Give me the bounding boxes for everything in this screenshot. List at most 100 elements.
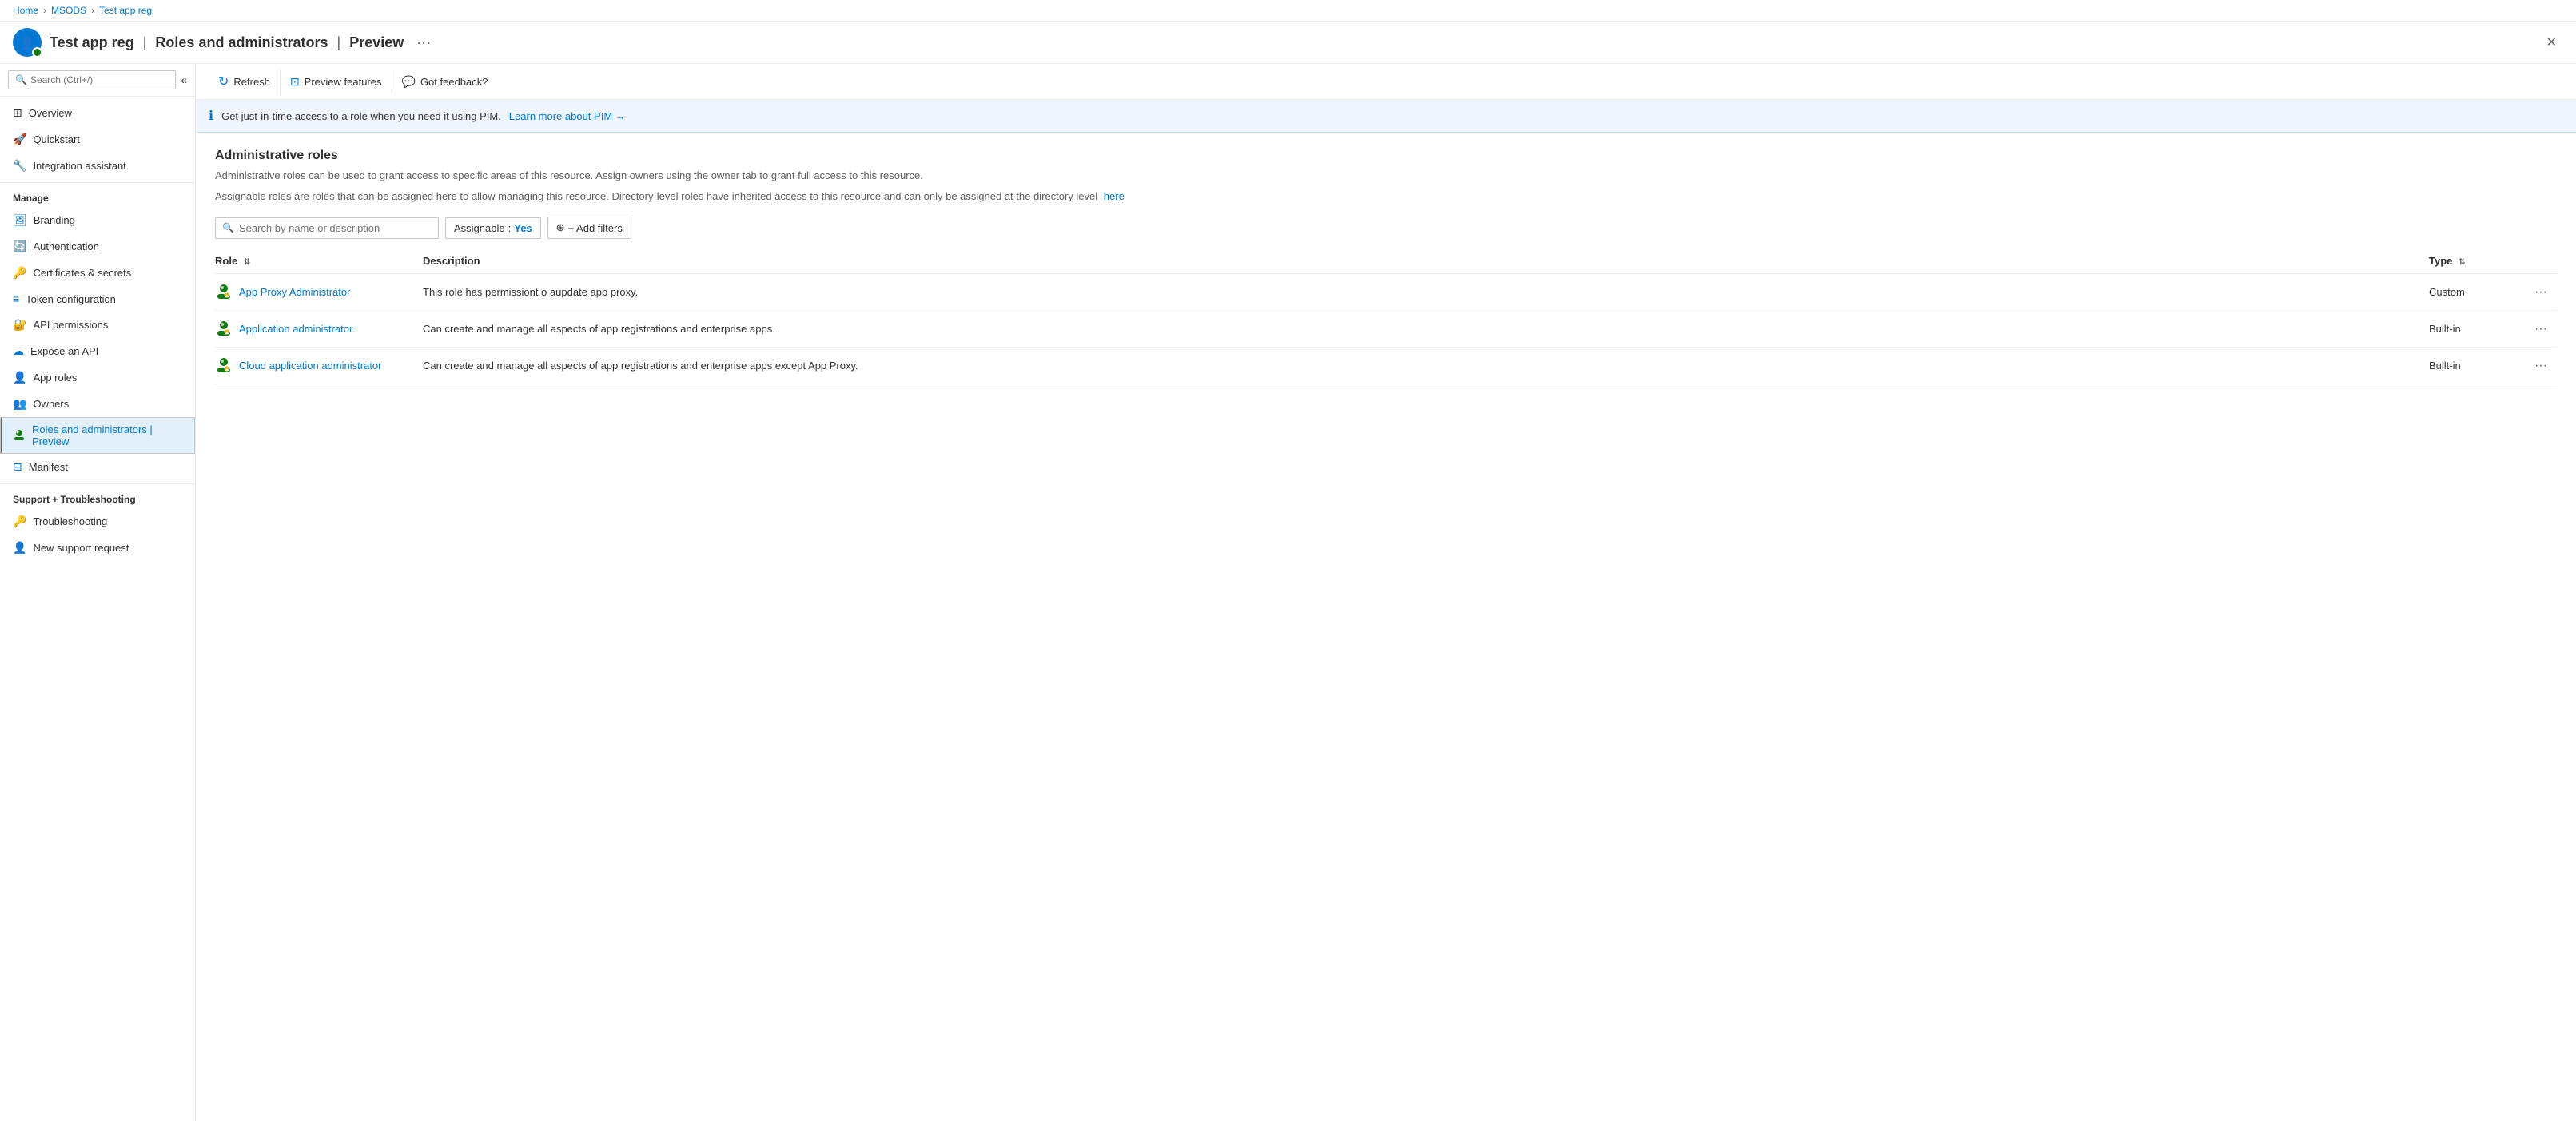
api-permissions-icon: 🔐 [13, 318, 26, 332]
sidebar-nav: ⊞ Overview 🚀 Quickstart 🔧 Integration as… [0, 97, 195, 564]
col-header-role[interactable]: Role ⇅ [215, 248, 423, 274]
role-name-1[interactable]: App Proxy Administrator [239, 286, 350, 298]
sidebar: 🔍 « ⊞ Overview 🚀 Quickstart 🔧 Integratio… [0, 64, 196, 1121]
breadcrumb-msods[interactable]: MSODS [51, 5, 86, 16]
role-type-3: Built-in [2429, 348, 2525, 384]
row1-more-button[interactable]: ··· [2530, 284, 2552, 301]
close-button[interactable]: ✕ [2540, 31, 2563, 54]
role-type-1: Custom [2429, 274, 2525, 311]
integration-icon: 🔧 [13, 159, 26, 173]
sidebar-item-expose-api[interactable]: ☁ Expose an API [0, 338, 195, 364]
manifest-icon: ⊟ [13, 460, 22, 474]
table-row: + Application administrator Can create a… [215, 311, 2557, 348]
col-header-description: Description [423, 248, 2429, 274]
svg-text:+: + [226, 331, 229, 336]
sidebar-item-app-roles[interactable]: 👤 App roles [0, 364, 195, 391]
feedback-icon: 💬 [402, 75, 416, 89]
search-filter: 🔍 [215, 217, 439, 239]
sidebar-item-quickstart[interactable]: 🚀 Quickstart [0, 126, 195, 153]
roles-admin-icon [13, 428, 26, 443]
role-name-3[interactable]: Cloud application administrator [239, 360, 381, 372]
role-avatar-1: + [215, 282, 233, 302]
role-avatar-2: + [215, 319, 233, 339]
filter-bar: 🔍 Assignable : Yes ⊕ + Add filters [215, 217, 2557, 239]
sidebar-item-token[interactable]: ≡ Token configuration [0, 286, 195, 312]
section-desc1: Administrative roles can be used to gran… [215, 168, 2557, 184]
table-row: + App Proxy Administrator This role has … [215, 274, 2557, 311]
section-title: Administrative roles [215, 149, 2557, 163]
more-options-button[interactable]: ··· [412, 33, 436, 53]
section-desc2: Assignable roles are roles that can be a… [215, 189, 2557, 205]
row2-more-button[interactable]: ··· [2530, 320, 2552, 338]
sidebar-item-certificates[interactable]: 🔑 Certificates & secrets [0, 260, 195, 286]
refresh-icon: ↻ [218, 74, 229, 89]
feedback-button[interactable]: 💬 Got feedback? [392, 70, 498, 93]
type-sort-icon: ⇅ [2459, 258, 2465, 267]
content-area: ↻ Refresh ⊡ Preview features 💬 Got feedb… [196, 64, 2576, 1121]
sidebar-item-support[interactable]: 👤 New support request [0, 535, 195, 561]
col-header-type[interactable]: Type ⇅ [2429, 248, 2525, 274]
sidebar-item-owners[interactable]: 👥 Owners [0, 391, 195, 417]
table-row: + Cloud application administrator Can cr… [215, 348, 2557, 384]
role-type-2: Built-in [2429, 311, 2525, 348]
support-icon: 👤 [13, 541, 26, 555]
quickstart-icon: 🚀 [13, 133, 26, 146]
breadcrumb: Home › MSODS › Test app reg [0, 0, 2576, 22]
info-icon: ℹ [209, 108, 213, 124]
refresh-button[interactable]: ↻ Refresh [209, 69, 281, 94]
breadcrumb-current[interactable]: Test app reg [99, 5, 152, 16]
owners-icon: 👥 [13, 397, 26, 411]
preview-features-button[interactable]: ⊡ Preview features [281, 70, 392, 93]
role-name-2[interactable]: Application administrator [239, 323, 352, 335]
sidebar-item-overview[interactable]: ⊞ Overview [0, 100, 195, 126]
overview-icon: ⊞ [13, 106, 22, 120]
role-desc-2: Can create and manage all aspects of app… [423, 311, 2429, 348]
token-icon: ≡ [13, 292, 19, 305]
troubleshooting-icon: 🔑 [13, 515, 26, 528]
role-desc-1: This role has permissiont o aupdate app … [423, 274, 2429, 311]
assignable-label: Assignable [454, 222, 505, 234]
breadcrumb-home[interactable]: Home [13, 5, 38, 16]
row3-more-button[interactable]: ··· [2530, 357, 2552, 375]
search-icon: 🔍 [15, 74, 27, 85]
sidebar-item-manifest[interactable]: ⊟ Manifest [0, 454, 195, 480]
role-desc-3: Can create and manage all aspects of app… [423, 348, 2429, 384]
certificates-icon: 🔑 [13, 266, 26, 280]
add-filter-button[interactable]: ⊕ + Add filters [547, 217, 631, 239]
sidebar-item-troubleshooting[interactable]: 🔑 Troubleshooting [0, 508, 195, 535]
svg-text:+: + [226, 368, 229, 372]
search-filter-icon: 🔍 [222, 222, 234, 233]
assignable-value: Yes [514, 222, 532, 234]
breadcrumb-sep2: › [91, 5, 94, 16]
sidebar-item-branding[interactable]: 🖼 Branding [0, 207, 195, 233]
here-link[interactable]: here [1104, 190, 1125, 202]
branding-icon: 🖼 [13, 213, 27, 227]
pim-link[interactable]: Learn more about PIM → [509, 110, 626, 122]
roles-table: Role ⇅ Description Type ⇅ [215, 248, 2557, 384]
page-title: Test app reg | Roles and administrators … [50, 34, 404, 51]
breadcrumb-sep1: › [43, 5, 46, 16]
role-search-input[interactable] [239, 222, 432, 234]
role-sort-icon: ⇅ [244, 258, 250, 267]
info-banner: ℹ Get just-in-time access to a role when… [196, 100, 2576, 133]
add-filter-icon: ⊕ [556, 221, 565, 234]
sidebar-search-input[interactable] [30, 74, 169, 85]
assignable-filter-chip[interactable]: Assignable : Yes [445, 217, 541, 239]
expose-api-icon: ☁ [13, 344, 24, 358]
sidebar-item-integration[interactable]: 🔧 Integration assistant [0, 153, 195, 179]
preview-icon: ⊡ [290, 75, 300, 89]
assignable-colon: : [508, 222, 512, 234]
sidebar-item-authentication[interactable]: 🔄 Authentication [0, 233, 195, 260]
app-roles-icon: 👤 [13, 371, 26, 384]
collapse-icon[interactable]: « [181, 74, 187, 86]
svg-text:+: + [226, 294, 229, 299]
top-bar: 👤 Test app reg | Roles and administrator… [0, 22, 2576, 64]
sidebar-item-api-permissions[interactable]: 🔐 API permissions [0, 312, 195, 338]
authentication-icon: 🔄 [13, 240, 26, 253]
toolbar: ↻ Refresh ⊡ Preview features 💬 Got feedb… [196, 64, 2576, 100]
role-avatar-3: + [215, 356, 233, 376]
support-section-label: Support + Troubleshooting [0, 483, 195, 508]
manage-section-label: Manage [0, 182, 195, 207]
sidebar-item-roles-admin[interactable]: Roles and administrators | Preview [0, 417, 195, 454]
content-body: Administrative roles Administrative role… [196, 133, 2576, 400]
